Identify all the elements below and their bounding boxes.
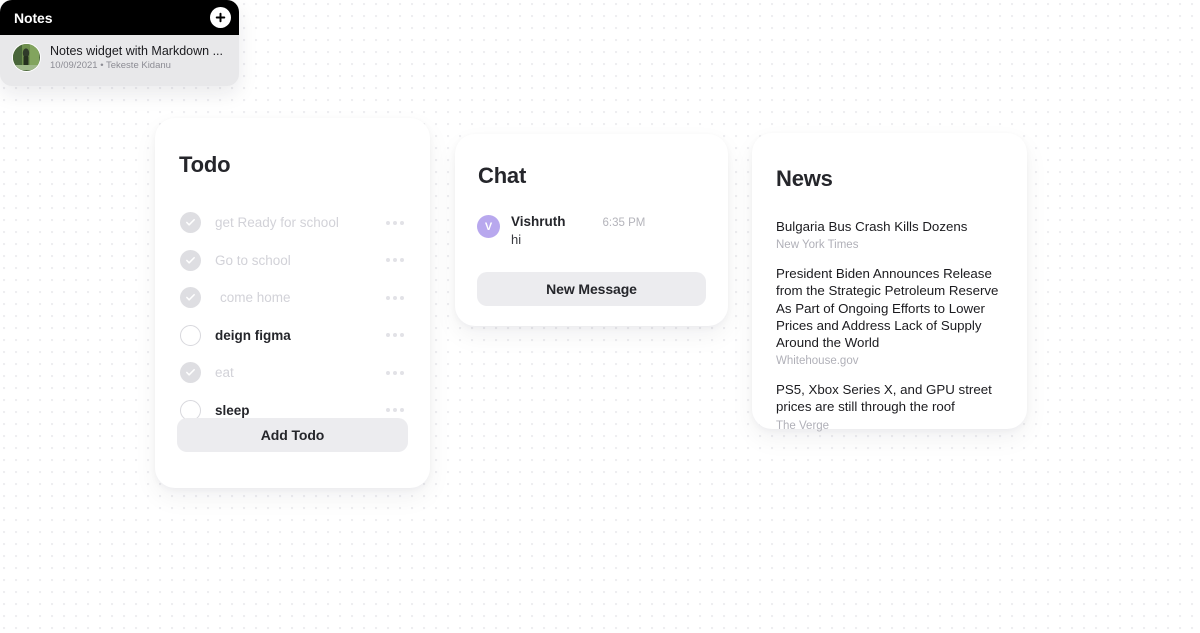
note-author: Tekeste Kidanu [105, 60, 171, 71]
chat-title: Chat [478, 163, 527, 188]
note-subtitle: 10/09/2021 • Tekeste Kidanu [50, 60, 223, 71]
ellipsis-icon[interactable] [384, 327, 406, 343]
todo-list: get Ready for school Go to school come h… [177, 204, 408, 429]
plus-icon[interactable] [210, 7, 231, 28]
check-icon[interactable] [180, 249, 201, 271]
chat-sender-name: Vishruth [511, 214, 566, 229]
chat-message-text: hi [511, 232, 522, 247]
check-icon[interactable] [180, 212, 201, 234]
ellipsis-icon[interactable] [384, 252, 406, 268]
todo-title: Todo [179, 152, 231, 177]
chat-message-body: Vishruth 6:35 PM hi [511, 214, 645, 247]
todo-item[interactable]: Go to school [177, 242, 408, 280]
photo-thumbnail-icon [12, 43, 41, 72]
todo-item-label: get Ready for school [215, 215, 339, 231]
avatar: V [477, 215, 500, 238]
todo-item-label: eat [215, 365, 234, 381]
news-source: The Verge [776, 419, 830, 432]
todo-item[interactable]: deign figma [177, 317, 408, 355]
note-date: 10/09/2021 [50, 60, 98, 71]
todo-item-label: Go to school [215, 252, 291, 268]
ellipsis-icon[interactable] [384, 365, 406, 381]
news-item[interactable]: PS5, Xbox Series X, and GPU street price… [776, 381, 1005, 431]
check-icon[interactable] [180, 362, 201, 384]
chat-message-header: Vishruth 6:35 PM [511, 214, 645, 229]
chat-card: Chat V Vishruth 6:35 PM hi New Message [455, 134, 728, 326]
todo-card: Todo get Ready for school Go to school c… [155, 118, 430, 488]
todo-item-label: sleep [215, 402, 250, 418]
news-headline: President Biden Announces Release from t… [776, 266, 999, 351]
news-list: Bulgaria Bus Crash Kills Dozens New York… [776, 218, 1005, 432]
new-message-container: New Message [477, 272, 706, 306]
news-title: News [776, 166, 833, 191]
notes-card: Notes Notes widget with Markdown ... 10/… [0, 0, 239, 86]
note-list-item[interactable]: Notes widget with Markdown ... 10/09/202… [0, 35, 239, 72]
news-item[interactable]: Bulgaria Bus Crash Kills Dozens New York… [776, 218, 1005, 251]
note-meta: Notes widget with Markdown ... 10/09/202… [50, 44, 223, 71]
chat-timestamp: 6:35 PM [602, 217, 646, 229]
new-message-button[interactable]: New Message [477, 272, 706, 306]
check-icon[interactable] [180, 324, 201, 346]
check-icon[interactable] [180, 287, 201, 309]
ellipsis-icon[interactable] [384, 290, 406, 306]
ellipsis-icon[interactable] [384, 215, 406, 231]
news-card: News Bulgaria Bus Crash Kills Dozens New… [752, 133, 1027, 432]
todo-item[interactable]: get Ready for school [177, 204, 408, 242]
notes-header: Notes [0, 0, 239, 35]
ellipsis-icon[interactable] [384, 402, 406, 418]
news-headline: Bulgaria Bus Crash Kills Dozens [776, 219, 968, 234]
widget-board: Todo get Ready for school Go to school c… [0, 0, 1200, 633]
todo-item[interactable]: eat [177, 354, 408, 392]
news-item[interactable]: President Biden Announces Release from t… [776, 265, 1005, 367]
todo-item-label: come home [220, 290, 291, 306]
news-source: New York Times [776, 239, 859, 252]
add-todo-button[interactable]: Add Todo [177, 418, 408, 452]
news-headline: PS5, Xbox Series X, and GPU street price… [776, 382, 992, 415]
note-title: Notes widget with Markdown ... [50, 44, 223, 58]
add-todo-container: Add Todo [177, 418, 408, 452]
chat-message[interactable]: V Vishruth 6:35 PM hi [477, 214, 706, 247]
news-source: Whitehouse.gov [776, 355, 859, 368]
note-separator: • [100, 60, 104, 71]
notes-title: Notes [14, 9, 53, 26]
todo-item-label: deign figma [215, 327, 291, 343]
todo-item[interactable]: come home [177, 279, 408, 317]
